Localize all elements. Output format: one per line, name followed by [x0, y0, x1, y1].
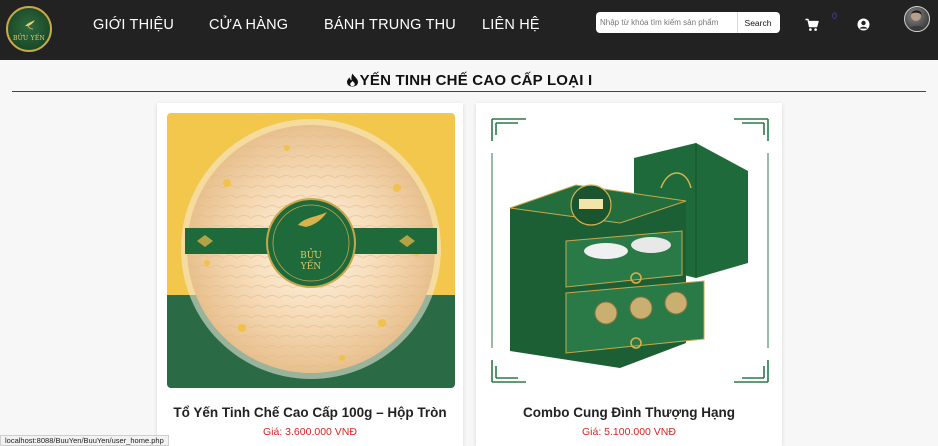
product-card[interactable]: Combo Cung Đình Thượng Hạng Giá: 5.100.0… [476, 103, 782, 446]
browser-status-bar: localhost:8088/BuuYen/BuuYen/user_home.p… [0, 435, 169, 446]
cart-icon[interactable] [805, 18, 819, 32]
search-button[interactable]: Search [737, 12, 778, 33]
nav-link-cua-hang[interactable]: CỬA HÀNG [209, 17, 288, 33]
logo-text: BỬU YẾN [12, 35, 46, 42]
swallow-logo-icon [25, 20, 35, 30]
flame-icon [346, 73, 358, 87]
product-image[interactable]: BỬU YẾN [167, 113, 455, 388]
title-divider [12, 91, 926, 92]
product-label-text: BỬU YẾN [300, 251, 322, 272]
product-card[interactable]: BỬU YẾN Tổ Yến Tinh Chế Cao Cấp 100g – H… [157, 103, 463, 446]
avatar-photo-icon [907, 10, 926, 31]
gift-box-combo-image [491, 118, 769, 383]
product-name[interactable]: Combo Cung Đình Thượng Hạng [476, 405, 782, 420]
nav-link-lien-he[interactable]: LIÊN HỆ [482, 17, 540, 33]
product-price: Giá: 3.600.000 VNĐ [263, 426, 357, 438]
user-icon[interactable] [857, 18, 870, 31]
navbar: BỬU YẾN GIỚI THIỆU CỬA HÀNG BÁNH TRUNG T… [0, 0, 938, 60]
nav-link-banh-trung-thu[interactable]: BÁNH TRUNG THU [324, 17, 456, 33]
product-price: Giá: 5.100.000 VNĐ [582, 426, 676, 438]
section-title-text: YẾN TINH CHẾ CAO CẤP LOẠI I [359, 72, 593, 89]
section-title: YẾN TINH CHẾ CAO CẤP LOẠI I [0, 72, 938, 89]
avatar[interactable] [904, 6, 930, 32]
nav-link-gioi-thieu[interactable]: GIỚI THIỆU [93, 17, 174, 33]
brand-logo[interactable]: BỬU YẾN [6, 6, 52, 52]
cart-count-badge: 0 [832, 11, 838, 21]
product-image[interactable] [486, 113, 774, 388]
search-input[interactable] [600, 14, 734, 31]
product-name[interactable]: Tổ Yến Tinh Chế Cao Cấp 100g – Hộp Tròn [157, 405, 463, 420]
